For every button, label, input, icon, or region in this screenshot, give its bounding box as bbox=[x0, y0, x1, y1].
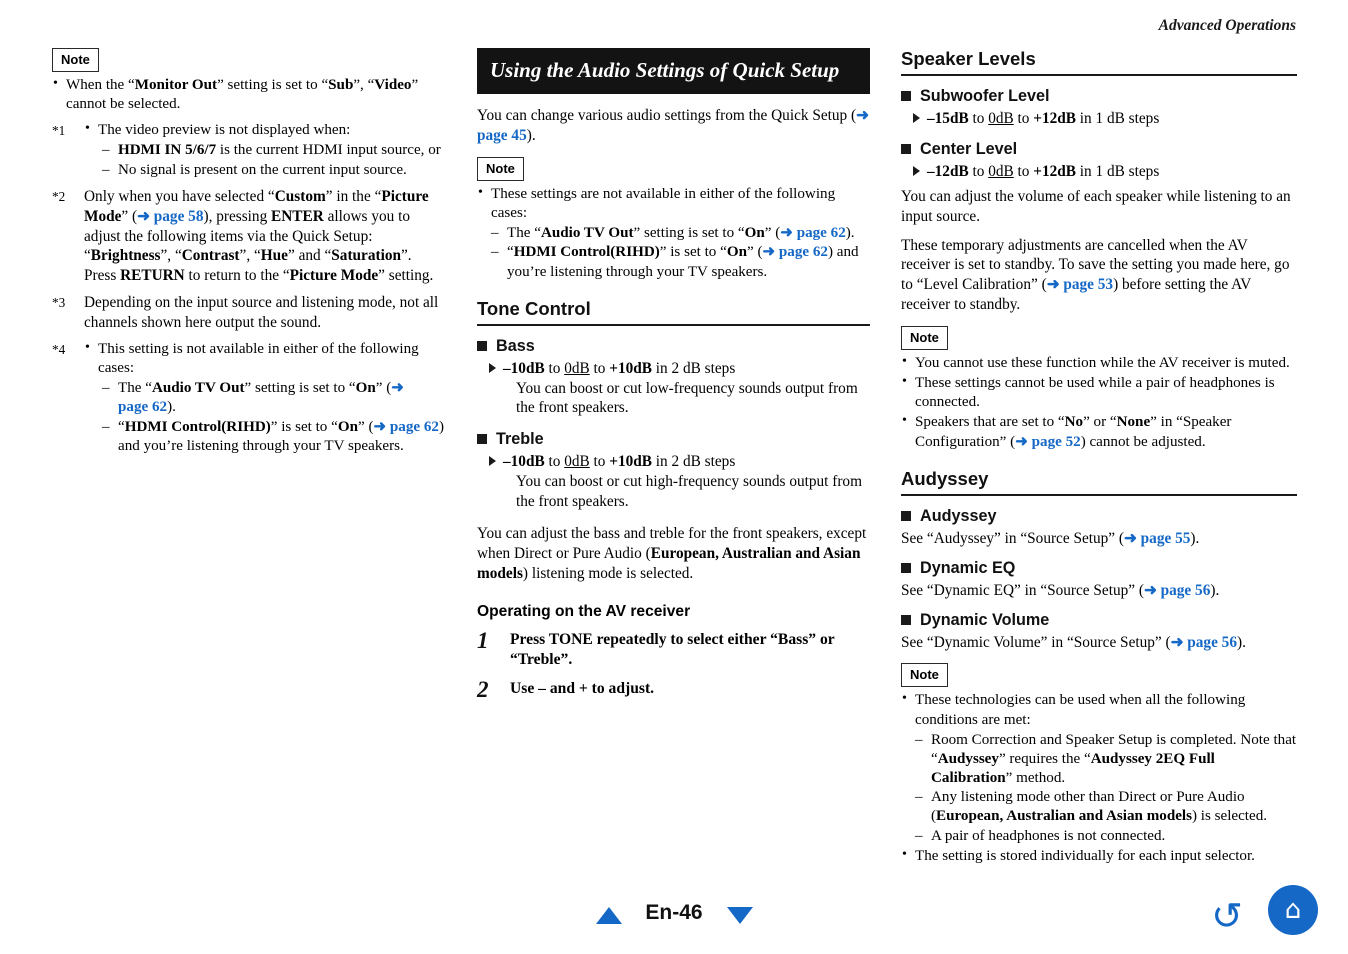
list-item: Speakers that are set to “No” or “None” … bbox=[901, 412, 1297, 451]
heading-center-level: Center Level bbox=[901, 140, 1297, 159]
page-link[interactable]: page 52 bbox=[1032, 434, 1081, 450]
page-number: En-46 bbox=[645, 901, 703, 924]
page-link[interactable]: page 56 bbox=[1161, 582, 1211, 599]
note-badge-left: Note bbox=[52, 48, 447, 72]
page-link[interactable]: page 62 bbox=[118, 399, 167, 415]
heading-dynamic-eq: Dynamic EQ bbox=[901, 559, 1297, 578]
link-arrow-icon: ➜ bbox=[856, 107, 869, 125]
list-item: These settings cannot be used while a pa… bbox=[901, 373, 1297, 412]
heading-bass: Bass bbox=[477, 337, 870, 356]
list-item: “HDMI Control(RIHD)” is set to “On” (➜ p… bbox=[102, 418, 447, 456]
running-head: Advanced Operations bbox=[1158, 17, 1296, 34]
speaker-levels-paragraph-2: These temporary adjustments are cancelle… bbox=[901, 236, 1290, 314]
footnote-1: *1 The video preview is not displayed wh… bbox=[52, 120, 447, 180]
heading-operating-on-receiver: Operating on the AV receiver bbox=[477, 602, 691, 620]
link-arrow-icon: ➜ bbox=[391, 380, 404, 397]
note-list-middle: These settings are not available in eith… bbox=[477, 184, 870, 282]
link-arrow-icon: ➜ bbox=[780, 225, 793, 242]
heading-dynamic-volume: Dynamic Volume bbox=[901, 611, 1297, 630]
column-middle: Using the Audio Settings of Quick Setup … bbox=[477, 48, 870, 703]
link-arrow-icon: ➜ bbox=[1124, 529, 1137, 547]
note-badge-right-2: Note bbox=[901, 663, 1297, 688]
subwoofer-range: –15dB to 0dB to +12dB in 1 dB steps bbox=[901, 109, 1297, 129]
footnote-2: *2 Only when you have selected “Custom” … bbox=[52, 187, 434, 285]
list-item: These technologies can be used when all … bbox=[901, 690, 1297, 846]
page-link[interactable]: page 53 bbox=[1063, 276, 1113, 293]
heading-audyssey-item: Audyssey bbox=[901, 507, 1297, 526]
page-link[interactable]: page 62 bbox=[797, 225, 846, 241]
link-arrow-icon: ➜ bbox=[1015, 433, 1028, 450]
list-item: The video preview is not displayed when: bbox=[84, 120, 447, 140]
footnote-3: *3 Depending on the input source and lis… bbox=[52, 294, 439, 332]
heading-audyssey: Audyssey bbox=[901, 468, 1297, 496]
note-badge-right-1: Note bbox=[901, 326, 1297, 350]
step-2: 2 Use – and + to adjust. bbox=[477, 677, 655, 703]
link-arrow-icon: ➜ bbox=[762, 244, 776, 261]
treble-description: You can boost or cut high-frequency soun… bbox=[516, 473, 862, 511]
page-link[interactable]: page 56 bbox=[1187, 634, 1237, 651]
section-title-quick-setup-audio: Using the Audio Settings of Quick Setup bbox=[477, 48, 870, 95]
column-left: Note When the “Monitor Out” setting is s… bbox=[52, 48, 447, 456]
list-item: “HDMI Control(RIHD)” is set to “On” (➜ p… bbox=[491, 243, 870, 281]
page-footer: En-46 ↺ ⌂ bbox=[0, 864, 1348, 954]
list-item: The “Audio TV Out” setting is set to “On… bbox=[102, 379, 447, 417]
heading-treble: Treble bbox=[477, 430, 870, 449]
step-1: 1 Press TONE repeatedly to select either… bbox=[477, 627, 835, 668]
list-item: You cannot use these function while the … bbox=[901, 353, 1297, 373]
note-badge-middle: Note bbox=[477, 156, 870, 181]
note-list-left: When the “Monitor Out” setting is set to… bbox=[52, 75, 447, 114]
list-item: Any listening mode other than Direct or … bbox=[915, 788, 1297, 826]
heading-subwoofer-level: Subwoofer Level bbox=[901, 87, 1297, 106]
bass-description: You can boost or cut low-frequency sound… bbox=[516, 379, 858, 417]
dynamic-volume-see-reference: See “Dynamic Volume” in “Source Setup” (… bbox=[901, 633, 1246, 651]
intro-paragraph: You can change various audio settings fr… bbox=[477, 107, 869, 145]
list-item: The “Audio TV Out” setting is set to “On… bbox=[491, 224, 870, 243]
list-item: A pair of headphones is not connected. bbox=[915, 827, 1297, 846]
list-item: Room Correction and Speaker Setup is com… bbox=[915, 731, 1297, 788]
center-range: –12dB to 0dB to +12dB in 1 dB steps bbox=[901, 162, 1297, 182]
list-item: No signal is present on the current inpu… bbox=[102, 161, 447, 180]
heading-speaker-levels: Speaker Levels bbox=[901, 48, 1297, 76]
document-page: Advanced Operations Note When the “Monit… bbox=[0, 0, 1348, 954]
link-arrow-icon: ➜ bbox=[137, 207, 150, 225]
adjust-paragraph: You can adjust the bass and treble for t… bbox=[477, 524, 867, 582]
footnote-4: *4 This setting is not available in eith… bbox=[52, 339, 447, 456]
previous-page-arrow-icon[interactable] bbox=[596, 907, 622, 924]
treble-range: –10dB to 0dB to +10dB in 2 dB steps bbox=[477, 452, 870, 472]
speaker-levels-paragraph-1: You can adjust the volume of each speake… bbox=[901, 187, 1291, 225]
link-arrow-icon: ➜ bbox=[1170, 633, 1184, 651]
bass-range: –10dB to 0dB to +10dB in 2 dB steps bbox=[477, 359, 870, 379]
note-list-right-1: You cannot use these function while the … bbox=[901, 353, 1297, 452]
heading-tone-control: Tone Control bbox=[477, 298, 870, 326]
page-link[interactable]: page 55 bbox=[1141, 530, 1191, 547]
page-link[interactable]: page 45 bbox=[477, 127, 527, 144]
page-link[interactable]: page 62 bbox=[390, 419, 439, 435]
home-icon[interactable]: ⌂ bbox=[1268, 885, 1318, 935]
column-right: Speaker Levels Subwoofer Level –15dB to … bbox=[901, 48, 1297, 867]
audyssey-see-reference: See “Audyssey” in “Source Setup” (➜ page… bbox=[901, 529, 1200, 547]
back-icon[interactable]: ↺ bbox=[1211, 897, 1243, 935]
dynamic-eq-see-reference: See “Dynamic EQ” in “Source Setup” (➜ pa… bbox=[901, 581, 1220, 599]
page-link[interactable]: page 62 bbox=[779, 244, 828, 260]
list-item: These settings are not available in eith… bbox=[477, 184, 870, 282]
list-item: The setting is stored individually for e… bbox=[901, 846, 1297, 866]
link-arrow-icon: ➜ bbox=[373, 418, 387, 435]
link-arrow-icon: ➜ bbox=[1046, 276, 1060, 294]
list-item: This setting is not available in either … bbox=[84, 339, 447, 378]
link-arrow-icon: ➜ bbox=[1143, 581, 1157, 599]
list-item: HDMI IN 5/6/7 is the current HDMI input … bbox=[102, 141, 447, 160]
page-link[interactable]: page 58 bbox=[154, 208, 204, 225]
list-item: When the “Monitor Out” setting is set to… bbox=[52, 75, 447, 114]
note-list-right-2: These technologies can be used when all … bbox=[901, 690, 1297, 866]
next-page-arrow-icon[interactable] bbox=[727, 907, 753, 924]
